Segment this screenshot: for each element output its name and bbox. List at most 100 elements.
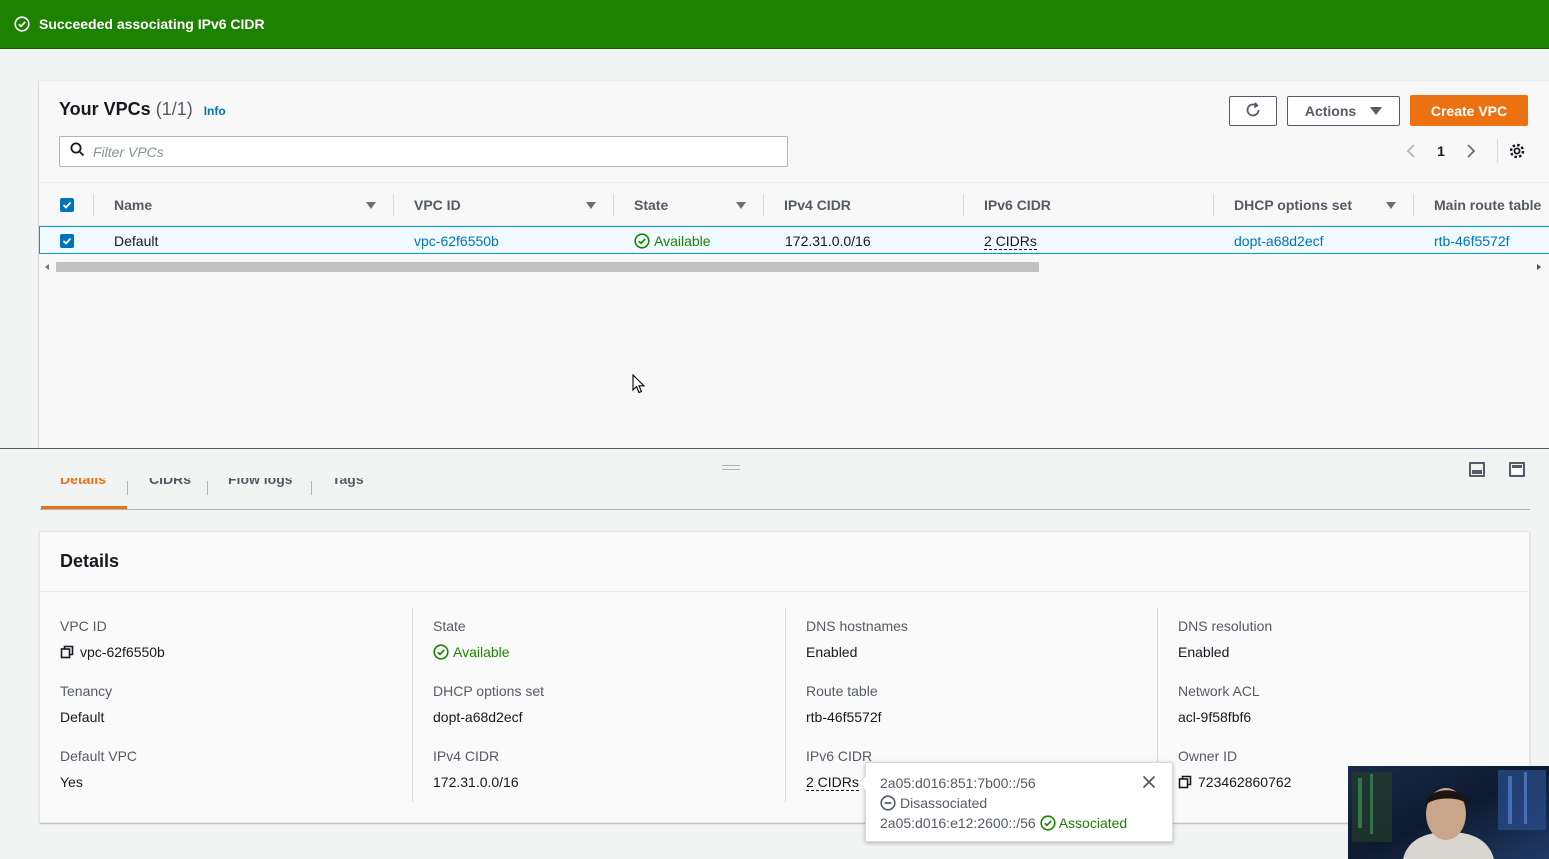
close-icon[interactable] (1140, 773, 1158, 791)
row-checkbox[interactable] (60, 227, 74, 255)
column-header-vpc-id[interactable]: VPC ID (414, 183, 614, 227)
tab-details[interactable]: Details (60, 478, 106, 490)
column-header-ipv4-cidr[interactable]: IPv4 CIDR (784, 183, 964, 227)
scrollbar-thumb[interactable] (56, 262, 1039, 272)
tab-divider (207, 481, 208, 495)
column-divider (1213, 194, 1214, 216)
cell-dhcp-options-link[interactable]: dopt-a68d2ecf (1234, 227, 1324, 255)
select-all-checkbox[interactable] (60, 183, 74, 227)
create-vpc-button[interactable]: Create VPC (1410, 95, 1528, 126)
column-header-name[interactable]: Name (114, 183, 394, 227)
split-panel-divider (0, 448, 1549, 449)
sort-icon (586, 201, 596, 209)
next-page-icon[interactable] (1459, 139, 1483, 163)
tab-divider (127, 481, 128, 495)
scroll-right-icon[interactable] (1537, 264, 1541, 270)
filter-vpcs-input[interactable] (93, 143, 743, 160)
tab-cidrs[interactable]: CIDRs (149, 478, 191, 490)
cell-name: Default (114, 233, 159, 249)
filter-box (59, 136, 788, 167)
field-vpc-id: VPC ID vpc-62f6550b (60, 618, 165, 661)
field-value: Enabled (806, 644, 858, 660)
success-check-icon (14, 16, 30, 32)
field-value: Default (60, 709, 105, 725)
field-dhcp-options: DHCP options set dopt-a68d2ecf (433, 683, 544, 726)
field-label: State (433, 618, 466, 634)
popover-arrow (858, 775, 866, 791)
cell-ipv4-cidr: 172.31.0.0/16 (785, 233, 871, 249)
table-row[interactable]: Default vpc-62f6550b Available 172.31.0.… (39, 226, 1549, 254)
tab-tags[interactable]: Tags (332, 478, 364, 490)
ipv6-cidr-popover: 2a05:d016:851:7b00::/56 Disassociated 2a… (858, 762, 1173, 842)
details-container: Details VPC ID vpc-62f6550b Tenancy Defa… (39, 531, 1530, 823)
actions-button[interactable]: Actions (1287, 96, 1400, 126)
dhcp-options-link[interactable]: dopt-a68d2ecf (433, 708, 544, 726)
field-label: Network ACL (1178, 683, 1260, 699)
field-value: vpc-62f6550b (60, 643, 165, 661)
detail-tabs: Details CIDRs Flow logs Tags (40, 478, 1530, 510)
field-ipv4-cidr: IPv4 CIDR 172.31.0.0/16 (433, 748, 519, 791)
column-label: IPv6 CIDR (984, 197, 1051, 213)
cell-main-route-table-link[interactable]: rtb-46f5572f (1434, 227, 1510, 255)
details-title: Details (40, 532, 1529, 592)
panel-header: Your VPCs (1/1) Info (59, 99, 226, 120)
horizontal-scrollbar[interactable] (39, 258, 1549, 274)
copy-icon[interactable] (1178, 775, 1192, 789)
column-header-ipv6-cidr[interactable]: IPv6 CIDR (984, 183, 1214, 227)
network-acl-link[interactable]: acl-9f58fbf6 (1178, 708, 1260, 726)
field-route-table: Route table rtb-46f5572f (806, 683, 882, 726)
tab-divider (311, 481, 312, 495)
column-header-state[interactable]: State (634, 183, 764, 227)
column-divider (93, 194, 94, 216)
popover-cidr-2: 2a05:d016:e12:2600::/56 Associated (880, 814, 1127, 832)
column-divider (763, 194, 764, 216)
sort-icon (736, 201, 746, 209)
field-value: Available (433, 643, 510, 661)
active-tab-indicator (41, 506, 127, 509)
field-label: IPv6 CIDR (806, 748, 873, 764)
field-label: Route table (806, 683, 878, 699)
column-divider (963, 194, 964, 216)
ipv6-cidr-popover-trigger[interactable]: 2 CIDRs (984, 233, 1037, 250)
flash-message: Succeeded associating IPv6 CIDR (39, 16, 265, 32)
field-network-acl: Network ACL acl-9f58fbf6 (1178, 683, 1260, 726)
available-check-icon (433, 644, 449, 660)
copy-icon[interactable] (60, 645, 74, 659)
checkbox-checked-icon (60, 198, 74, 212)
column-divider (1413, 194, 1414, 216)
column-label: VPC ID (414, 197, 461, 213)
split-bottom-icon[interactable] (1469, 462, 1485, 477)
scroll-left-icon[interactable] (45, 264, 49, 270)
page-number[interactable]: 1 (1423, 143, 1459, 159)
field-value: Enabled (1178, 644, 1230, 660)
field-dns-resolution: DNS resolution Enabled (1178, 618, 1272, 661)
field-state: State Available (433, 618, 510, 661)
gear-icon[interactable] (1506, 140, 1528, 162)
pagination: 1 (1399, 139, 1506, 163)
tab-flow-logs[interactable]: Flow logs (228, 478, 293, 490)
column-header-main-route-table[interactable]: Main route table (1434, 183, 1549, 227)
checkbox-checked-icon (60, 234, 74, 248)
status-text: Associated (1058, 815, 1128, 831)
drag-handle-icon[interactable] (722, 465, 740, 470)
field-label: IPv4 CIDR (433, 748, 500, 764)
popover-cidr-1: 2a05:d016:851:7b00::/56 (880, 775, 1036, 791)
actions-label: Actions (1304, 103, 1357, 119)
refresh-button[interactable] (1229, 96, 1277, 126)
owner-id-value: 723462860762 (1198, 774, 1292, 790)
column-divider (613, 194, 614, 216)
sort-icon (366, 201, 376, 209)
table-header: Name VPC ID State IPv4 CIDR IPv6 CIDR DH… (39, 182, 1549, 226)
column-header-dhcp-options[interactable]: DHCP options set (1234, 183, 1414, 227)
previous-page-icon[interactable] (1399, 139, 1423, 163)
route-table-link[interactable]: rtb-46f5572f (806, 708, 882, 726)
field-default-vpc: Default VPC Yes (60, 748, 137, 791)
info-link[interactable]: Info (204, 104, 226, 118)
create-vpc-label: Create VPC (1430, 102, 1508, 119)
cidr-text: 2a05:d016:e12:2600::/56 (880, 815, 1036, 831)
cell-vpc-id-link[interactable]: vpc-62f6550b (414, 227, 499, 255)
pager-divider (1497, 139, 1498, 163)
cell-ipv6-cidr[interactable]: 2 CIDRs (984, 227, 1037, 255)
ipv6-cidr-popover-trigger[interactable]: 2 CIDRs (806, 774, 859, 791)
split-side-icon[interactable] (1509, 462, 1525, 477)
